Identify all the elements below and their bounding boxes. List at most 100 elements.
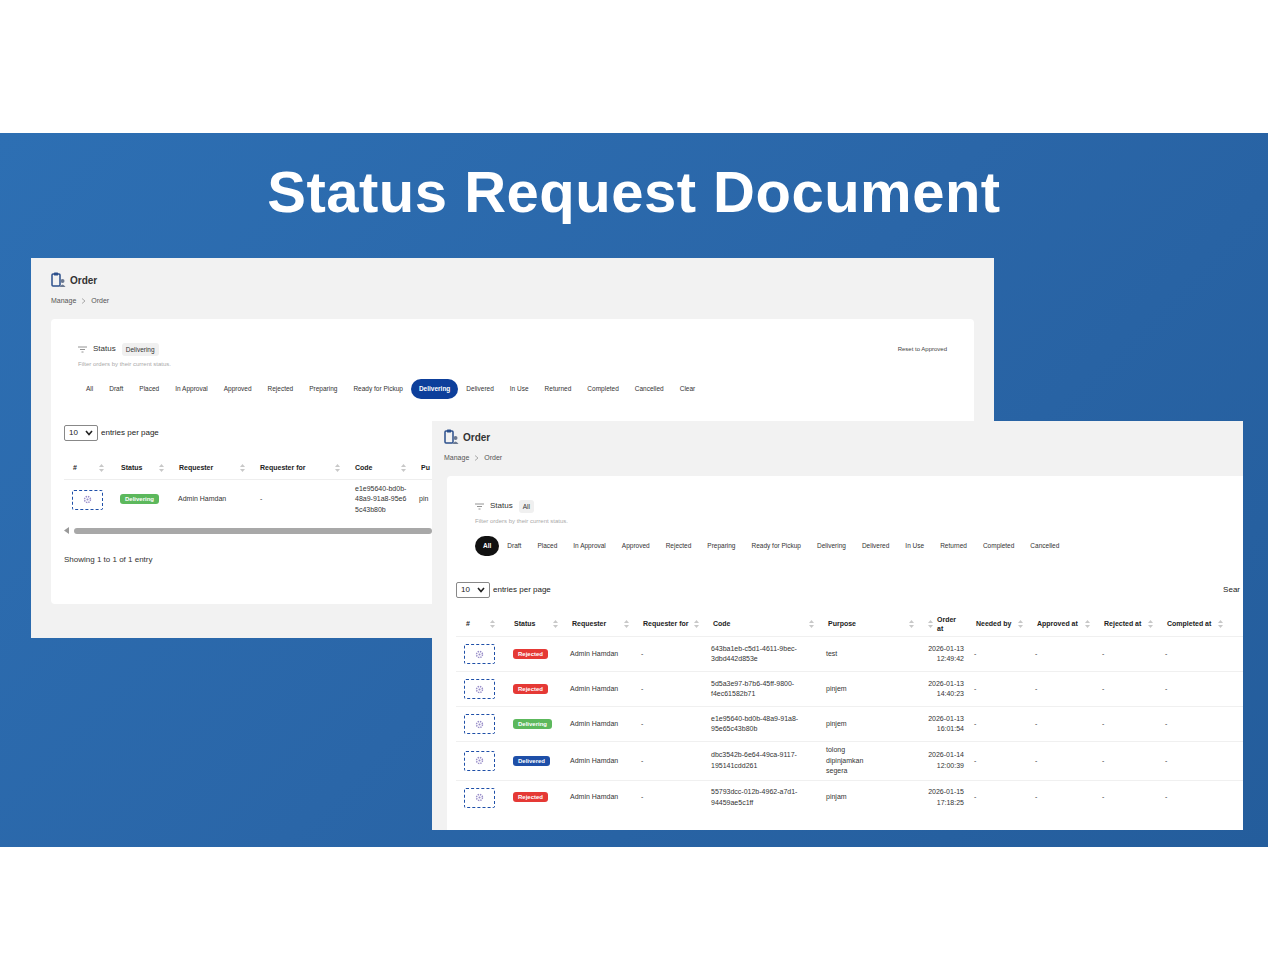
sort-icon[interactable] [1218, 620, 1223, 628]
table-row[interactable]: DeliveringAdmin Hamdan-e1e95640-bd0b-48a… [456, 706, 1243, 741]
status-badge: Delivering [513, 719, 552, 729]
sort-icon[interactable] [624, 620, 629, 628]
status-tab[interactable]: In Use [897, 536, 932, 556]
gear-icon [475, 685, 484, 694]
breadcrumb-item[interactable]: Manage [51, 296, 76, 307]
status-tab[interactable]: Returned [932, 536, 975, 556]
order-icon [51, 272, 66, 288]
horizontal-scrollbar[interactable] [64, 527, 432, 534]
column-header[interactable]: Purpose [818, 619, 918, 628]
table-row[interactable]: DeliveredAdmin Hamdan-dbc3542b-6e64-49ca… [456, 741, 1243, 780]
status-tab[interactable]: All [78, 379, 101, 399]
table-row[interactable]: RejectedAdmin Hamdan-643ba1eb-c5d1-4611-… [456, 636, 1243, 671]
column-header[interactable]: # [456, 619, 504, 628]
sort-icon[interactable] [928, 620, 933, 628]
status-tab[interactable]: All [475, 536, 499, 556]
sort-icon[interactable] [490, 620, 495, 628]
column-header[interactable]: Requester for [633, 619, 703, 628]
filter-value: All [519, 500, 534, 514]
status-tab[interactable]: Placed [529, 536, 565, 556]
column-header[interactable]: Pu [412, 463, 432, 474]
sort-icon[interactable] [99, 464, 104, 472]
page-header: OrderManageOrder [51, 272, 974, 307]
gear-icon [475, 720, 484, 729]
chevron-down-icon [477, 587, 485, 593]
status-tab[interactable]: Approved [216, 379, 260, 399]
column-header[interactable]: Requester [170, 463, 251, 474]
scroll-left-icon[interactable] [64, 527, 70, 534]
status-tab[interactable]: Rejected [260, 379, 302, 399]
row-action-button[interactable] [464, 679, 495, 699]
table-row[interactable]: RejectedAdmin Hamdan-55793dcc-012b-4962-… [456, 780, 1243, 815]
status-tab[interactable]: Preparing [301, 379, 345, 399]
status-tab[interactable]: Clear [672, 379, 704, 399]
status-badge: Rejected [513, 649, 548, 659]
status-tab[interactable]: In Approval [565, 536, 614, 556]
row-action-button[interactable] [464, 751, 495, 771]
status-tab[interactable]: Draft [499, 536, 529, 556]
status-tab[interactable]: Ready for Pickup [345, 379, 411, 399]
breadcrumb-item[interactable]: Manage [444, 453, 469, 464]
breadcrumb-item[interactable]: Order [484, 453, 502, 464]
status-tab[interactable]: In Approval [167, 379, 216, 399]
status-tab[interactable]: Returned [537, 379, 580, 399]
sort-icon[interactable] [909, 620, 914, 628]
status-tab[interactable]: Placed [131, 379, 167, 399]
column-header[interactable]: Code [703, 619, 818, 628]
status-tab[interactable]: Cancelled [627, 379, 672, 399]
status-tab[interactable]: Rejected [658, 536, 700, 556]
status-tab[interactable]: Delivering [809, 536, 854, 556]
column-header[interactable]: Needed by [966, 619, 1027, 628]
column-header[interactable]: # [64, 463, 112, 474]
sort-icon[interactable] [694, 620, 699, 628]
top-margin [0, 0, 1268, 133]
table-row[interactable]: RejectedAdmin Hamdan-5d5a3e97-b7b6-45ff-… [456, 671, 1243, 706]
sort-icon[interactable] [553, 620, 558, 628]
sort-icon[interactable] [335, 464, 340, 472]
sort-icon[interactable] [1085, 620, 1090, 628]
sort-icon[interactable] [809, 620, 814, 628]
status-tab[interactable]: Completed [579, 379, 626, 399]
column-header[interactable]: Code [346, 463, 412, 474]
gear-icon [475, 756, 484, 765]
status-tab[interactable]: Ready for Pickup [743, 536, 809, 556]
breadcrumb-item[interactable]: Order [91, 296, 109, 307]
row-action-button[interactable] [464, 788, 495, 808]
status-badge: Rejected [513, 792, 548, 802]
column-header[interactable]: Requester for [251, 463, 346, 474]
status-tab[interactable]: Completed [975, 536, 1022, 556]
column-header[interactable]: Requester [562, 619, 633, 628]
status-tab[interactable]: Preparing [699, 536, 743, 556]
order-window-front: OrderManageOrderStatusAllFilter orders b… [432, 421, 1243, 830]
sort-icon[interactable] [1148, 620, 1153, 628]
sort-icon[interactable] [240, 464, 245, 472]
column-header[interactable]: Status [112, 463, 170, 474]
column-header[interactable]: Rejected at [1094, 619, 1157, 628]
column-header[interactable]: Status [504, 619, 562, 628]
table-row[interactable]: DeliveringAdmin Hamdan-e1e95640-bd0b-48a… [64, 479, 432, 519]
status-tab[interactable]: Delivered [854, 536, 897, 556]
row-action-button[interactable] [464, 714, 495, 734]
page-size-select[interactable]: 10 [456, 582, 490, 598]
filter-label: Status [93, 343, 116, 355]
column-header[interactable]: Order at [918, 615, 966, 633]
filter-label: Status [490, 500, 513, 512]
filter-value: Delivering [122, 343, 159, 357]
status-tab[interactable]: Cancelled [1022, 536, 1067, 556]
status-tab[interactable]: Delivering [411, 379, 458, 399]
status-tab[interactable]: In Use [502, 379, 537, 399]
page-size-select[interactable]: 10 [64, 425, 98, 441]
reset-button[interactable]: Reset to Approved [898, 345, 947, 354]
column-header[interactable]: Approved at [1027, 619, 1094, 628]
bottom-margin [0, 847, 1268, 980]
table-header: #StatusRequesterRequester forCodePu [64, 457, 432, 479]
status-tab[interactable]: Draft [101, 379, 131, 399]
column-header[interactable]: Completed at [1157, 619, 1227, 628]
sort-icon[interactable] [159, 464, 164, 472]
row-action-button[interactable] [72, 490, 103, 510]
sort-icon[interactable] [1018, 620, 1023, 628]
row-action-button[interactable] [464, 644, 495, 664]
status-tab[interactable]: Delivered [458, 379, 501, 399]
sort-icon[interactable] [401, 464, 406, 472]
status-tab[interactable]: Approved [614, 536, 658, 556]
